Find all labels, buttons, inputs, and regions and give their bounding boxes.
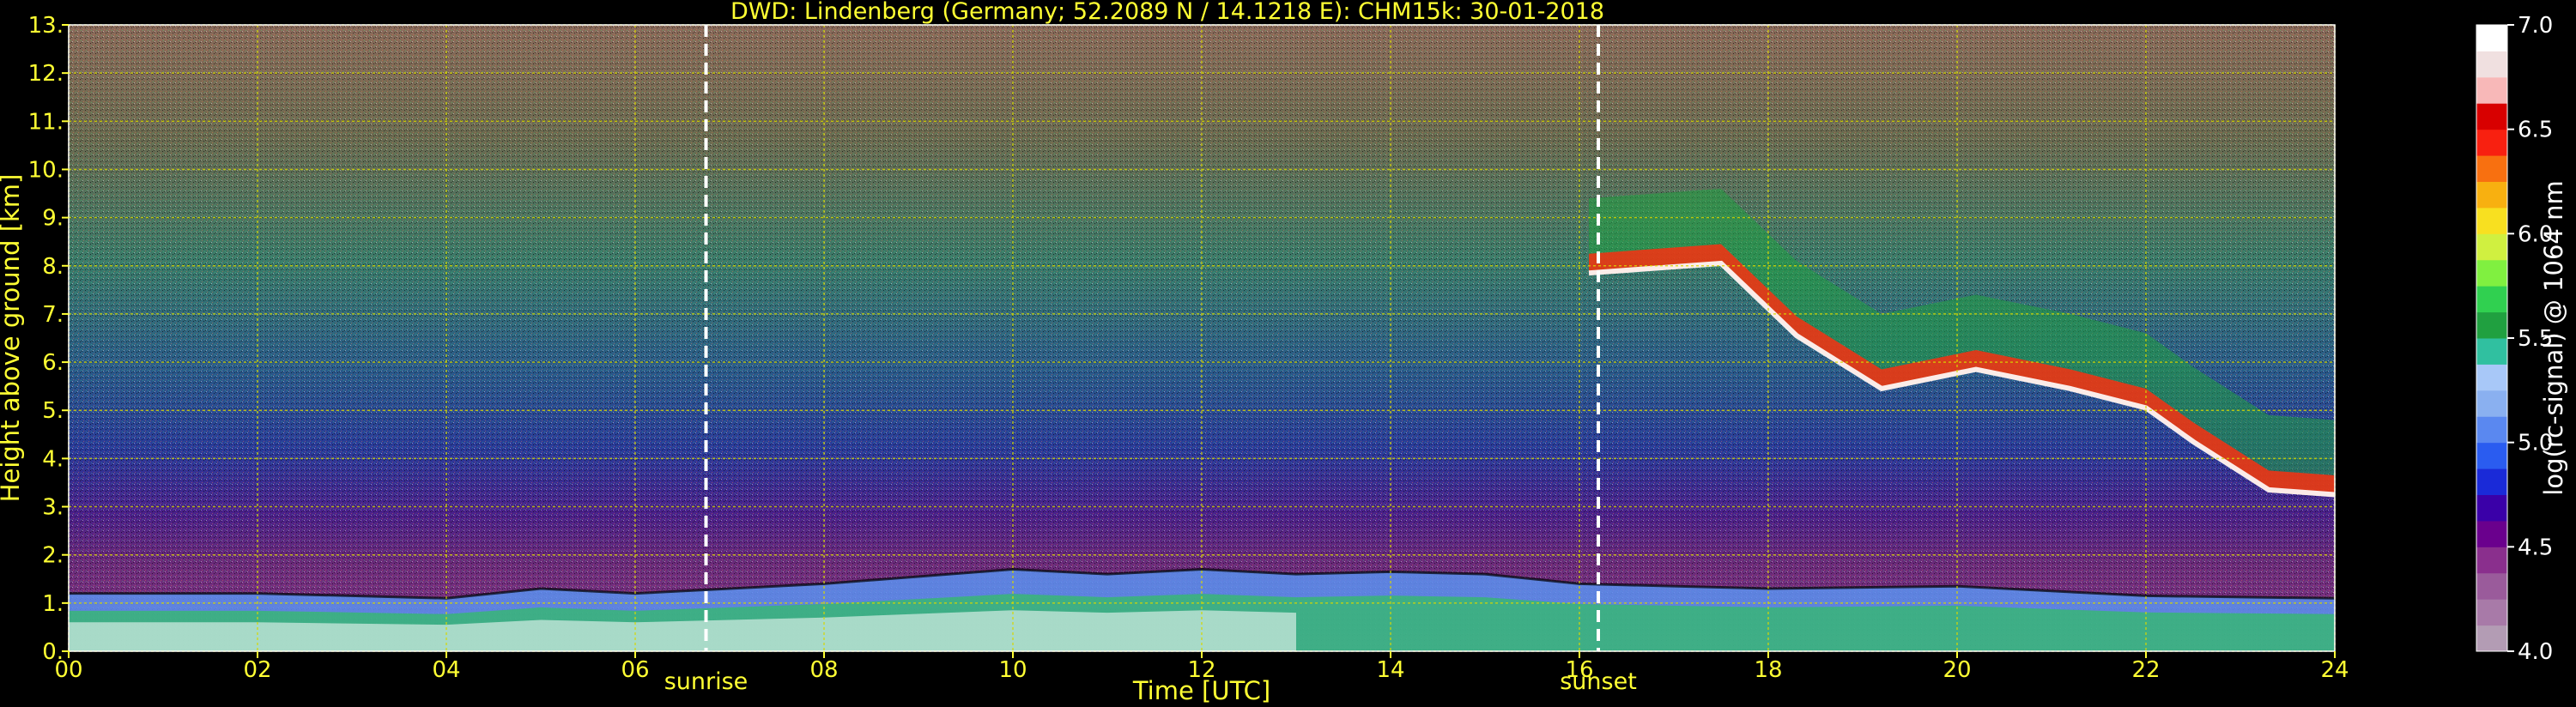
colorbar-swatch [2476, 494, 2507, 522]
colorbar-swatch [2476, 442, 2507, 469]
colorbar-swatch [2476, 468, 2507, 495]
colorbar-tick-label: 7.0 [2518, 13, 2553, 39]
y-tick-label: 10. [28, 157, 64, 183]
colorbar-swatch [2476, 416, 2507, 444]
colorbar-swatch [2476, 103, 2507, 130]
colorbar-swatch [2476, 76, 2507, 104]
x-tick-label: 04 [432, 657, 460, 683]
lidar-chart: sunrise sunset 00 02 04 06 08 10 12 14 16 18 20 22 24… [0, 0, 2568, 705]
colorbar-swatch [2476, 207, 2507, 234]
y-tick-label: 11. [28, 109, 64, 135]
colorbar-swatch [2476, 286, 2507, 313]
chart-title: DWD: Lindenberg (Germany; 52.2089 N / 14… [730, 0, 1604, 25]
colorbar-tick-label: 6.5 [2518, 118, 2553, 143]
x-tick-label: 02 [243, 657, 271, 683]
x-tick-label: 24 [2320, 657, 2349, 683]
colorbar-swatch [2476, 233, 2507, 261]
y-axis-label: Height above ground [km] [0, 174, 25, 503]
colorbar-swatch [2476, 51, 2507, 78]
colorbar-swatch [2476, 311, 2507, 339]
colorbar-swatch [2476, 181, 2507, 208]
x-axis-label: Time [UTC] [1132, 676, 1270, 705]
colorbar-swatch [2476, 625, 2507, 652]
x-tick-label: 08 [809, 657, 838, 683]
colorbar-swatch [2476, 547, 2507, 574]
colorbar-swatch [2476, 520, 2507, 547]
y-tick-label: 12. [28, 61, 64, 87]
colorbar-tick-label: 4.5 [2518, 535, 2553, 560]
colorbar-label: log(rc-signal) @ 1064 nm [2539, 180, 2568, 495]
x-tick-label: 10 [998, 657, 1027, 683]
y-tick-label: 3. [42, 495, 64, 521]
colorbar-swatch [2476, 259, 2507, 287]
colorbar-swatch [2476, 338, 2507, 365]
x-tick-label: 22 [2131, 657, 2160, 683]
colorbar-swatch [2476, 155, 2507, 182]
sunrise-label: sunrise [664, 668, 749, 695]
colorbar-swatch [2476, 572, 2507, 600]
y-tick-label: 4. [42, 446, 64, 472]
x-tick-label: 14 [1376, 657, 1404, 683]
y-tick-label: 6. [42, 350, 64, 376]
colorbar-swatch [2476, 364, 2507, 391]
y-tick-label: 5. [42, 398, 64, 424]
colorbar-tick-label: 4.0 [2518, 639, 2553, 665]
y-tick-label: 13. [28, 13, 64, 39]
x-tick-label: 20 [1943, 657, 1971, 683]
colorbar-swatch [2476, 599, 2507, 626]
y-tick-label: 0. [42, 639, 64, 665]
x-tick-label: 06 [621, 657, 649, 683]
colorbar-swatch [2476, 25, 2507, 51]
y-tick-label: 7. [42, 302, 64, 328]
colorbar-swatch [2476, 390, 2507, 417]
y-tick-label: 1. [42, 591, 64, 617]
x-tick-label: 18 [1754, 657, 1782, 683]
y-tick-label: 8. [42, 254, 64, 280]
y-tick-label: 9. [42, 206, 64, 232]
x-tick-label: 16 [1565, 657, 1593, 683]
y-tick-label: 2. [42, 543, 64, 569]
colorbar-swatch [2476, 129, 2507, 156]
